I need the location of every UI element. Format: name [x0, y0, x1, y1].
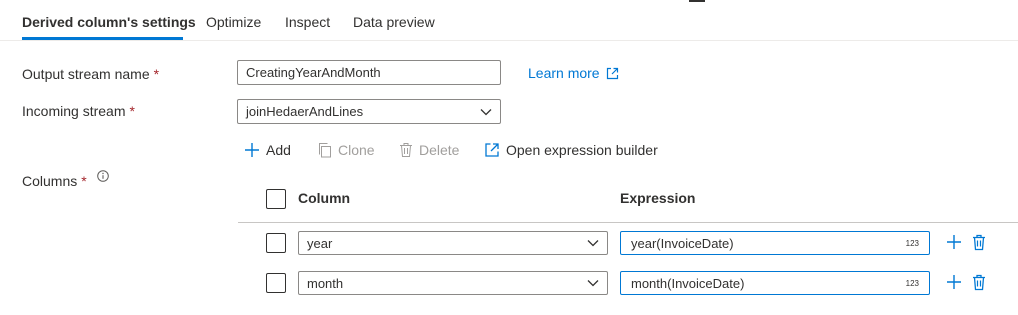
expression-input[interactable]: year(InvoiceDate) 123 — [620, 231, 930, 255]
required-mark: * — [153, 66, 160, 82]
delete-row-icon[interactable] — [970, 233, 988, 251]
columns-label-text: Columns — [22, 173, 78, 189]
window-marker — [689, 0, 705, 2]
output-stream-name-input[interactable] — [237, 60, 501, 85]
select-all-checkbox[interactable] — [266, 189, 286, 209]
active-tab-indicator — [22, 37, 183, 40]
chevron-down-icon — [587, 280, 599, 287]
incoming-stream-dropdown[interactable]: joinHedaerAndLines — [237, 99, 501, 124]
required-mark: * — [129, 103, 135, 119]
column-name-value: month — [307, 275, 344, 291]
external-link-icon — [606, 67, 618, 79]
learn-more-text: Learn more — [528, 65, 600, 81]
add-row-icon[interactable] — [945, 273, 963, 291]
numeric-type-badge: 123 — [905, 278, 919, 288]
columns-label: Columns * — [22, 170, 109, 189]
chevron-down-icon — [587, 240, 599, 247]
tab-data-preview[interactable]: Data preview — [353, 14, 435, 30]
incoming-stream-value: joinHedaerAndLines — [246, 104, 364, 119]
delete-row-icon[interactable] — [970, 273, 988, 291]
column-name-dropdown[interactable]: year — [298, 231, 608, 255]
numeric-type-badge: 123 — [905, 238, 919, 248]
column-header: Column — [298, 190, 351, 206]
open-expression-builder-label: Open expression builder — [506, 142, 658, 158]
expression-value: month(InvoiceDate) — [631, 275, 745, 291]
incoming-stream-label-text: Incoming stream — [22, 103, 126, 119]
required-mark: * — [81, 173, 87, 189]
trash-icon — [400, 143, 412, 157]
expression-header: Expression — [620, 190, 696, 206]
info-icon[interactable] — [96, 170, 109, 182]
clone-button-label: Clone — [338, 142, 375, 158]
clone-button[interactable]: Clone — [317, 140, 375, 160]
row-checkbox[interactable] — [266, 273, 286, 293]
tab-inspect[interactable]: Inspect — [285, 14, 330, 30]
tab-optimize[interactable]: Optimize — [206, 14, 261, 30]
expression-input[interactable]: month(InvoiceDate) 123 — [620, 271, 930, 295]
tab-derived-column-settings[interactable]: Derived column's settings — [22, 14, 196, 30]
output-stream-label-text: Output stream name — [22, 66, 150, 82]
output-stream-label: Output stream name * — [22, 66, 159, 82]
add-button[interactable]: Add — [244, 140, 291, 160]
column-name-value: year — [307, 235, 333, 251]
copy-icon — [319, 143, 331, 158]
expression-value: year(InvoiceDate) — [631, 235, 734, 251]
open-expression-builder-button[interactable]: Open expression builder — [484, 140, 658, 160]
open-external-icon — [485, 143, 499, 157]
delete-button[interactable]: Delete — [399, 140, 459, 160]
learn-more-link[interactable]: Learn more — [528, 65, 619, 81]
column-name-dropdown[interactable]: month — [298, 271, 608, 295]
header-divider — [238, 222, 1018, 223]
delete-button-label: Delete — [419, 142, 460, 158]
plus-icon — [245, 143, 259, 157]
incoming-stream-label: Incoming stream * — [22, 103, 135, 119]
add-button-label: Add — [266, 142, 291, 158]
chevron-down-icon — [480, 108, 492, 115]
tab-bar: Derived column's settings Optimize Inspe… — [0, 0, 1018, 41]
row-checkbox[interactable] — [266, 233, 286, 253]
add-row-icon[interactable] — [945, 233, 963, 251]
